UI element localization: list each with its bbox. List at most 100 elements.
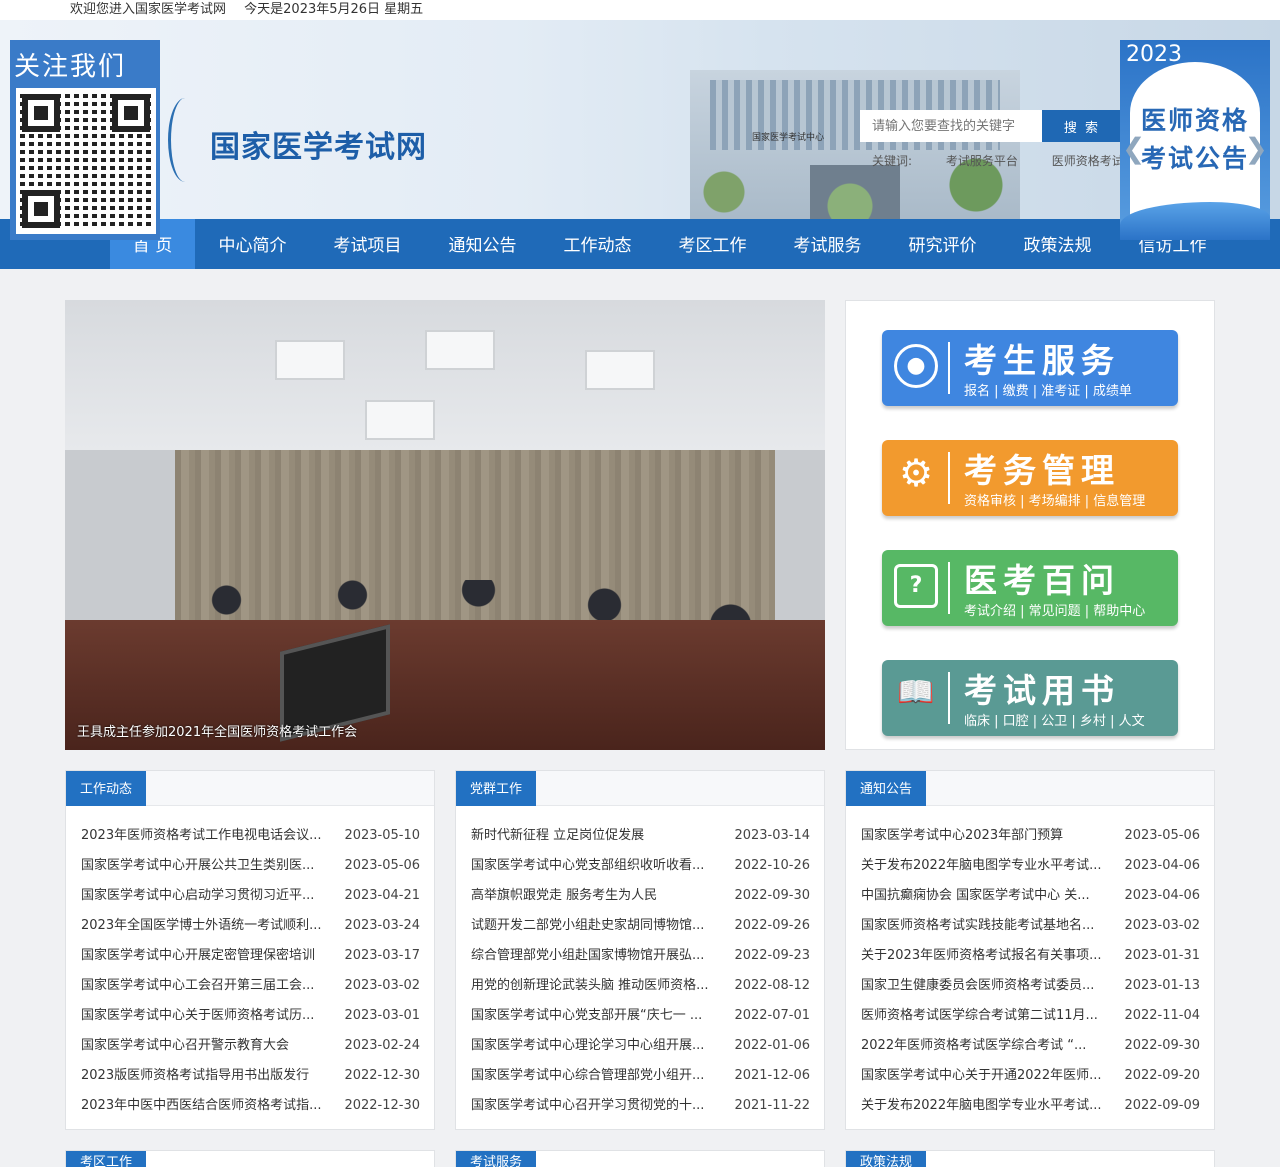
chevron-left-icon[interactable]: ❮ [1122, 132, 1145, 165]
follow-us-title: 关注我们 [14, 52, 127, 82]
list-item[interactable]: 国家医学考试中心关于医师资格考试历... 2023-03-01 [81, 1001, 420, 1031]
news-title-link[interactable]: 国家医学考试中心关于开通2022年医师... [861, 1061, 1101, 1091]
list-item[interactable]: 综合管理部党小组赴国家博物馆开展弘... 2022-09-23 [471, 941, 810, 971]
panel-title[interactable]: 通知公告 [846, 771, 927, 806]
list-item[interactable]: 国家医学考试中心关于开通2022年医师... 2022-09-20 [861, 1061, 1200, 1091]
nav-exam-services[interactable]: 考试服务 [770, 219, 885, 269]
news-title-link[interactable]: 2023版医师资格考试指导用书出版发行 [81, 1061, 321, 1091]
nav-research[interactable]: 研究评价 [885, 219, 1000, 269]
list-item[interactable]: 2022年医师资格考试医学综合考试 “... 2022-09-30 [861, 1031, 1200, 1061]
news-slider[interactable]: 王具成主任参加2021年全国医师资格考试工作会 [65, 300, 825, 750]
news-title-link[interactable]: 中国抗癫痫协会 国家医学考试中心 关... [861, 881, 1101, 911]
list-item[interactable]: 新时代新征程 立足岗位促发展 2023-03-14 [471, 821, 810, 851]
news-title-link[interactable]: 国家医学考试中心召开学习贯彻党的十... [471, 1091, 711, 1121]
list-item[interactable]: 医师资格考试医学综合考试第二试11月... 2022-11-04 [861, 1001, 1200, 1031]
keyword-link[interactable]: 考试服务平台 [946, 154, 1018, 168]
list-item[interactable]: 2023年中医中西医结合医师资格考试指... 2022-12-30 [81, 1091, 420, 1121]
list-item[interactable]: 中国抗癫痫协会 国家医学考试中心 关... 2023-04-06 [861, 881, 1200, 911]
nav-policy[interactable]: 政策法规 [1000, 219, 1115, 269]
panel-title[interactable]: 党群工作 [456, 771, 537, 806]
news-title-link[interactable]: 医师资格考试医学综合考试第二试11月... [861, 1001, 1101, 1031]
list-item[interactable]: 关于发布2022年脑电图学专业水平考试... 2022-09-09 [861, 1091, 1200, 1121]
news-title-link[interactable]: 国家医学考试中心党支部组织收听收看... [471, 851, 711, 881]
list-item[interactable]: 2023版医师资格考试指导用书出版发行 2022-12-30 [81, 1061, 420, 1091]
user-icon: ● [894, 344, 938, 388]
work-news-panel: 工作动态 2023年医师资格考试工作电视电话会议... 2023-05-10 国家医… [65, 770, 435, 1130]
list-item[interactable]: 国家医学考试中心召开学习贯彻党的十... 2021-11-22 [471, 1091, 810, 1121]
news-title-link[interactable]: 国家医师资格考试实践技能考试基地名... [861, 911, 1101, 941]
news-date: 2023-03-01 [344, 1008, 420, 1023]
slider-caption[interactable]: 王具成主任参加2021年全国医师资格考试工作会 [77, 721, 357, 740]
exam-books-button[interactable]: 📖 考试用书 临床 | 口腔 | 公卫 | 乡村 | 人文 [882, 660, 1178, 736]
nav-about[interactable]: 中心简介 [195, 219, 310, 269]
news-title-link[interactable]: 国家医学考试中心理论学习中心组开展... [471, 1031, 711, 1061]
faq-button[interactable]: ? 医考百问 考试介绍 | 常见问题 | 帮助中心 [882, 550, 1178, 626]
list-item[interactable]: 国家医学考试中心2023年部门预算 2023-05-06 [861, 821, 1200, 851]
nav-work-news[interactable]: 工作动态 [540, 219, 655, 269]
service-subtitle: 考试介绍 | 常见问题 | 帮助中心 [964, 604, 1146, 619]
news-title-link[interactable]: 关于发布2022年脑电图学专业水平考试... [861, 851, 1101, 881]
chevron-right-icon[interactable]: ❯ [1245, 132, 1268, 165]
news-title-link[interactable]: 国家医学考试中心党支部开展“庆七一 ... [471, 1001, 711, 1031]
service-title: 考务管理 [964, 451, 1120, 490]
list-item[interactable]: 高举旗帜跟党走 服务考生为人民 2022-09-30 [471, 881, 810, 911]
panel-title[interactable]: 政策法规 [846, 1151, 927, 1167]
news-title-link[interactable]: 国家卫生健康委员会医师资格考试委员... [861, 971, 1101, 1001]
list-item[interactable]: 2023年医师资格考试工作电视电话会议... 2023-05-10 [81, 821, 420, 851]
nav-exam-items[interactable]: 考试项目 [310, 219, 425, 269]
news-date: 2023-03-02 [344, 978, 420, 993]
nav-exam-regions[interactable]: 考区工作 [655, 219, 770, 269]
news-title-link[interactable]: 2023年医师资格考试工作电视电话会议... [81, 821, 321, 851]
search-button[interactable]: 搜 索 [1042, 110, 1122, 142]
list-item[interactable]: 国家医学考试中心启动学习贯彻习近平... 2023-04-21 [81, 881, 420, 911]
news-title-link[interactable]: 高举旗帜跟党走 服务考生为人民 [471, 881, 711, 911]
panel-title[interactable]: 工作动态 [66, 771, 147, 806]
news-title-link[interactable]: 2022年医师资格考试医学综合考试 “... [861, 1031, 1101, 1061]
news-title-link[interactable]: 国家医学考试中心启动学习贯彻习近平... [81, 881, 321, 911]
list-item[interactable]: 用党的创新理论武装头脑 推动医师资格... 2022-08-12 [471, 971, 810, 1001]
news-date: 2023-03-24 [344, 918, 420, 933]
list-item[interactable]: 国家医学考试中心召开警示教育大会 2023-02-24 [81, 1031, 420, 1061]
news-title-link[interactable]: 国家医学考试中心开展公共卫生类别医... [81, 851, 321, 881]
news-title-link[interactable]: 试题开发二部党小组赴史家胡同博物馆... [471, 911, 711, 941]
list-item[interactable]: 试题开发二部党小组赴史家胡同博物馆... 2022-09-26 [471, 911, 810, 941]
list-item[interactable]: 国家卫生健康委员会医师资格考试委员... 2023-01-13 [861, 971, 1200, 1001]
news-title-link[interactable]: 综合管理部党小组赴国家博物馆开展弘... [471, 941, 711, 971]
search-box: 搜 索 [860, 110, 1122, 142]
news-title-link[interactable]: 新时代新征程 立足岗位促发展 [471, 821, 711, 851]
list-item[interactable]: 关于2023年医师资格考试报名有关事项... 2023-01-31 [861, 941, 1200, 971]
panel-title[interactable]: 考区工作 [66, 1151, 147, 1167]
list-item[interactable]: 关于发布2022年脑电图学专业水平考试... 2023-04-06 [861, 851, 1200, 881]
candidate-services-button[interactable]: ● 考生服务 报名 | 缴费 | 准考证 | 成绩单 [882, 330, 1178, 406]
list-item[interactable]: 国家医学考试中心工会召开第三届工会... 2023-03-02 [81, 971, 420, 1001]
news-date: 2022-09-09 [1124, 1098, 1200, 1113]
list-item[interactable]: 国家医学考试中心开展定密管理保密培训 2023-03-17 [81, 941, 420, 971]
news-title-link[interactable]: 关于2023年医师资格考试报名有关事项... [861, 941, 1101, 971]
list-item[interactable]: 国家医师资格考试实践技能考试基地名... 2023-03-02 [861, 911, 1200, 941]
list-item[interactable]: 国家医学考试中心党支部组织收听收看... 2022-10-26 [471, 851, 810, 881]
nav-notices[interactable]: 通知公告 [425, 219, 540, 269]
news-date: 2022-09-20 [1124, 1068, 1200, 1083]
list-item[interactable]: 国家医学考试中心理论学习中心组开展... 2022-01-06 [471, 1031, 810, 1061]
news-title-link[interactable]: 国家医学考试中心召开警示教育大会 [81, 1031, 321, 1061]
site-logo-text[interactable]: 国家医学考试网 [210, 122, 427, 166]
news-title-link[interactable]: 国家医学考试中心综合管理部党小组开... [471, 1061, 711, 1091]
exam-management-button[interactable]: ⚙ 考务管理 资格审核 | 考场编排 | 信息管理 [882, 440, 1178, 516]
news-title-link[interactable]: 关于发布2022年脑电图学专业水平考试... [861, 1091, 1101, 1121]
list-item[interactable]: 国家医学考试中心党支部开展“庆七一 ... 2022-07-01 [471, 1001, 810, 1031]
exam-notice-banner[interactable]: 2023 医师资格考试公告 ❮ ❯ [1120, 40, 1270, 240]
search-input[interactable] [860, 110, 1042, 142]
list-item[interactable]: 2023年全国医学博士外语统一考试顺利... 2023-03-24 [81, 911, 420, 941]
list-item[interactable]: 国家医学考试中心综合管理部党小组开... 2021-12-06 [471, 1061, 810, 1091]
news-title-link[interactable]: 国家医学考试中心关于医师资格考试历... [81, 1001, 321, 1031]
news-title-link[interactable]: 国家医学考试中心开展定密管理保密培训 [81, 941, 321, 971]
news-title-link[interactable]: 用党的创新理论武装头脑 推动医师资格... [471, 971, 711, 1001]
news-title-link[interactable]: 国家医学考试中心2023年部门预算 [861, 821, 1101, 851]
list-item[interactable]: 国家医学考试中心开展公共卫生类别医... 2023-05-06 [81, 851, 420, 881]
keyword-link[interactable]: 医师资格考试 [1052, 154, 1122, 168]
panel-title[interactable]: 考试服务 [456, 1151, 537, 1167]
news-title-link[interactable]: 2023年全国医学博士外语统一考试顺利... [81, 911, 321, 941]
news-title-link[interactable]: 2023年中医中西医结合医师资格考试指... [81, 1091, 321, 1121]
qr-code [16, 88, 156, 234]
news-title-link[interactable]: 国家医学考试中心工会召开第三届工会... [81, 971, 321, 1001]
